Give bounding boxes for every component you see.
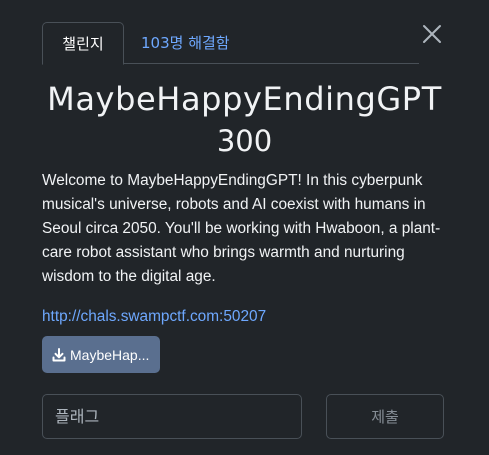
close-icon (423, 25, 441, 43)
close-button[interactable] (420, 22, 444, 46)
challenge-name: MaybeHappyEndingGPT (47, 80, 442, 118)
challenge-link[interactable]: http://chals.swampctf.com:50207 (42, 305, 266, 329)
challenge-points: 300 (216, 124, 273, 158)
file-download-button[interactable]: MaybeHap... (42, 336, 160, 373)
flag-input[interactable] (42, 394, 302, 439)
submit-button[interactable]: 제출 (326, 394, 444, 439)
tab-challenge[interactable]: 챌린지 (42, 22, 124, 65)
challenge-modal: 챌린지 103명 해결함 MaybeHappyEndingGPT 300 Wel… (0, 0, 489, 455)
challenge-description: Welcome to MaybeHappyEndingGPT! In this … (42, 172, 441, 285)
tab-solves[interactable]: 103명 해결함 (141, 22, 230, 65)
file-name-label: MaybeHap... (70, 346, 150, 363)
tab-bar: 챌린지 103명 해결함 (42, 22, 419, 65)
download-icon (52, 347, 66, 361)
